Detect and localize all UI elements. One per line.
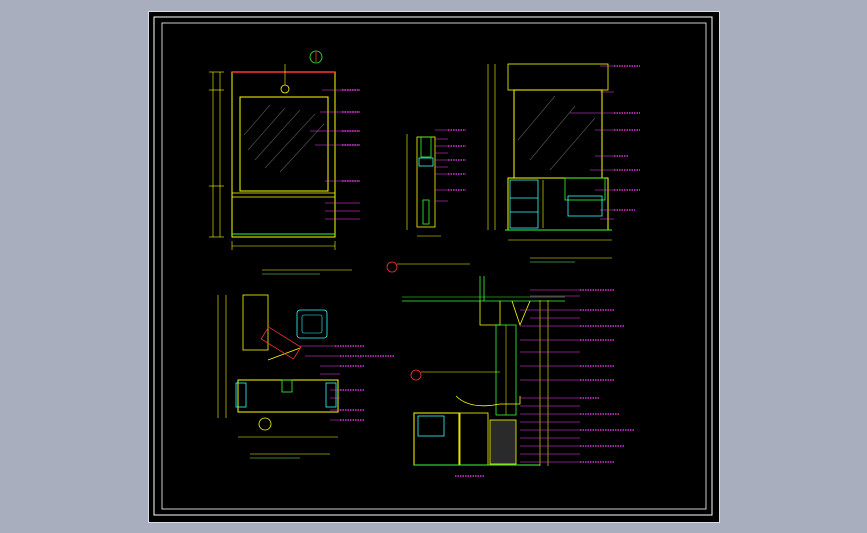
outer-border: [153, 16, 713, 516]
front-elevation-view: [209, 50, 360, 275]
cad-drawing: [153, 16, 713, 516]
plan-view: [217, 294, 340, 459]
illegible-annotations: [335, 65, 640, 477]
section-detail-view: [386, 129, 470, 273]
side-elevation-view: [487, 63, 614, 263]
large-section-view: [402, 276, 580, 466]
